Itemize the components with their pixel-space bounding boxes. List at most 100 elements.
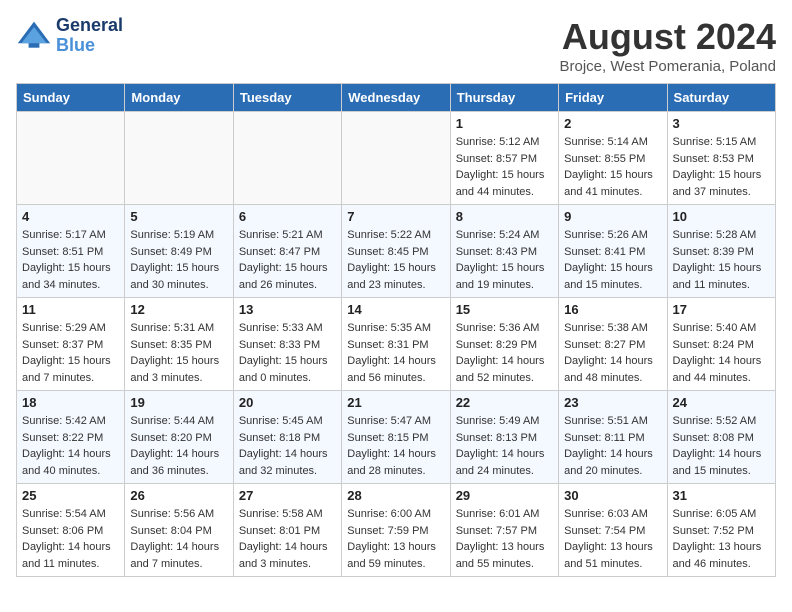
day-info: Sunrise: 5:58 AMSunset: 8:01 PMDaylight:… [239,506,336,572]
day-number: 8 [456,209,553,224]
day-info: Sunrise: 5:33 AMSunset: 8:33 PMDaylight:… [239,320,336,386]
day-info: Sunrise: 5:52 AMSunset: 8:08 PMDaylight:… [673,413,770,479]
day-info: Sunrise: 5:38 AMSunset: 8:27 PMDaylight:… [564,320,661,386]
day-number: 29 [456,488,553,503]
day-number: 2 [564,116,661,131]
calendar-cell: 3 Sunrise: 5:15 AMSunset: 8:53 PMDaylight… [667,112,775,205]
day-info: Sunrise: 6:05 AMSunset: 7:52 PMDaylight:… [673,506,770,572]
logo-icon [16,18,52,54]
day-info: Sunrise: 5:44 AMSunset: 8:20 PMDaylight:… [130,413,227,479]
day-number: 23 [564,395,661,410]
calendar-week-4: 18Sunrise: 5:42 AMSunset: 8:22 PMDayligh… [17,391,776,484]
calendar-week-2: 4 Sunrise: 5:17 AMSunset: 8:51 PMDaylight… [17,205,776,298]
day-number: 20 [239,395,336,410]
calendar-cell [233,112,341,205]
day-number: 21 [347,395,444,410]
weekday-header-friday: Friday [559,84,667,112]
calendar-cell: 21 Sunrise: 5:47 AMSunset: 8:15 PMDayligh… [342,391,450,484]
day-number: 1 [456,116,553,131]
weekday-header-wednesday: Wednesday [342,84,450,112]
page-header: General Blue August 2024 Brojce, West Po… [16,16,776,75]
title-area: August 2024 Brojce, West Pomerania, Pola… [560,16,777,75]
day-info: Sunrise: 5:31 AMSunset: 8:35 PMDaylight:… [130,320,227,386]
calendar-cell [17,112,125,205]
weekday-header-monday: Monday [125,84,233,112]
day-number: 19 [130,395,227,410]
day-info: Sunrise: 5:49 AMSunset: 8:13 PMDaylight:… [456,413,553,479]
day-info: Sunrise: 5:29 AMSunset: 8:37 PMDaylight:… [22,320,119,386]
calendar-cell: 27 Sunrise: 5:58 AMSunset: 8:01 PMDayligh… [233,484,341,577]
day-number: 26 [130,488,227,503]
day-number: 6 [239,209,336,224]
day-number: 7 [347,209,444,224]
calendar-cell [125,112,233,205]
weekday-header-sunday: Sunday [17,84,125,112]
day-info: Sunrise: 5:45 AMSunset: 8:18 PMDaylight:… [239,413,336,479]
calendar-cell: 17Sunrise: 5:40 AMSunset: 8:24 PMDayligh… [667,298,775,391]
logo-name-general: General [56,16,123,36]
day-info: Sunrise: 5:15 AMSunset: 8:53 PMDaylight:… [673,134,770,200]
day-info: Sunrise: 5:47 AMSunset: 8:15 PMDaylight:… [347,413,444,479]
calendar-cell [342,112,450,205]
calendar-cell: 6 Sunrise: 5:21 AMSunset: 8:47 PMDaylight… [233,205,341,298]
day-number: 25 [22,488,119,503]
day-number: 27 [239,488,336,503]
day-info: Sunrise: 5:24 AMSunset: 8:43 PMDaylight:… [456,227,553,293]
day-number: 17 [673,302,770,317]
day-info: Sunrise: 5:12 AMSunset: 8:57 PMDaylight:… [456,134,553,200]
day-info: Sunrise: 5:56 AMSunset: 8:04 PMDaylight:… [130,506,227,572]
calendar-week-5: 25Sunrise: 5:54 AMSunset: 8:06 PMDayligh… [17,484,776,577]
calendar-cell: 5 Sunrise: 5:19 AMSunset: 8:49 PMDaylight… [125,205,233,298]
day-number: 5 [130,209,227,224]
day-number: 28 [347,488,444,503]
day-info: Sunrise: 5:21 AMSunset: 8:47 PMDaylight:… [239,227,336,293]
day-number: 15 [456,302,553,317]
calendar-cell: 30Sunrise: 6:03 AMSunset: 7:54 PMDayligh… [559,484,667,577]
day-number: 22 [456,395,553,410]
weekday-header-thursday: Thursday [450,84,558,112]
weekday-header-row: SundayMondayTuesdayWednesdayThursdayFrid… [17,84,776,112]
location-subtitle: Brojce, West Pomerania, Poland [560,58,777,75]
day-info: Sunrise: 5:26 AMSunset: 8:41 PMDaylight:… [564,227,661,293]
day-number: 12 [130,302,227,317]
calendar-cell: 11 Sunrise: 5:29 AMSunset: 8:37 PMDayligh… [17,298,125,391]
calendar-cell: 22 Sunrise: 5:49 AMSunset: 8:13 PMDayligh… [450,391,558,484]
calendar-cell: 4 Sunrise: 5:17 AMSunset: 8:51 PMDaylight… [17,205,125,298]
day-info: Sunrise: 5:35 AMSunset: 8:31 PMDaylight:… [347,320,444,386]
calendar-cell: 10Sunrise: 5:28 AMSunset: 8:39 PMDayligh… [667,205,775,298]
day-info: Sunrise: 5:36 AMSunset: 8:29 PMDaylight:… [456,320,553,386]
calendar-cell: 28Sunrise: 6:00 AMSunset: 7:59 PMDayligh… [342,484,450,577]
day-info: Sunrise: 5:17 AMSunset: 8:51 PMDaylight:… [22,227,119,293]
calendar-cell: 24Sunrise: 5:52 AMSunset: 8:08 PMDayligh… [667,391,775,484]
calendar-cell: 8 Sunrise: 5:24 AMSunset: 8:43 PMDaylight… [450,205,558,298]
day-number: 13 [239,302,336,317]
weekday-header-saturday: Saturday [667,84,775,112]
day-info: Sunrise: 5:19 AMSunset: 8:49 PMDaylight:… [130,227,227,293]
day-info: Sunrise: 5:51 AMSunset: 8:11 PMDaylight:… [564,413,661,479]
calendar-cell: 16 Sunrise: 5:38 AMSunset: 8:27 PMDayligh… [559,298,667,391]
calendar-cell: 26 Sunrise: 5:56 AMSunset: 8:04 PMDayligh… [125,484,233,577]
day-number: 11 [22,302,119,317]
day-number: 14 [347,302,444,317]
calendar-cell: 1 Sunrise: 5:12 AMSunset: 8:57 PMDaylight… [450,112,558,205]
day-number: 3 [673,116,770,131]
calendar-cell: 13 Sunrise: 5:33 AMSunset: 8:33 PMDayligh… [233,298,341,391]
calendar-table: SundayMondayTuesdayWednesdayThursdayFrid… [16,83,776,577]
day-number: 16 [564,302,661,317]
day-info: Sunrise: 5:28 AMSunset: 8:39 PMDaylight:… [673,227,770,293]
day-info: Sunrise: 6:01 AMSunset: 7:57 PMDaylight:… [456,506,553,572]
calendar-cell: 2 Sunrise: 5:14 AMSunset: 8:55 PMDaylight… [559,112,667,205]
day-info: Sunrise: 5:14 AMSunset: 8:55 PMDaylight:… [564,134,661,200]
calendar-cell: 9Sunrise: 5:26 AMSunset: 8:41 PMDaylight… [559,205,667,298]
calendar-week-1: 1 Sunrise: 5:12 AMSunset: 8:57 PMDaylight… [17,112,776,205]
day-number: 30 [564,488,661,503]
calendar-cell: 12 Sunrise: 5:31 AMSunset: 8:35 PMDayligh… [125,298,233,391]
calendar-cell: 18Sunrise: 5:42 AMSunset: 8:22 PMDayligh… [17,391,125,484]
calendar-cell: 29 Sunrise: 6:01 AMSunset: 7:57 PMDayligh… [450,484,558,577]
day-info: Sunrise: 5:42 AMSunset: 8:22 PMDaylight:… [22,413,119,479]
calendar-week-3: 11 Sunrise: 5:29 AMSunset: 8:37 PMDayligh… [17,298,776,391]
month-title: August 2024 [560,16,777,58]
day-number: 4 [22,209,119,224]
calendar-cell: 19 Sunrise: 5:44 AMSunset: 8:20 PMDayligh… [125,391,233,484]
weekday-header-tuesday: Tuesday [233,84,341,112]
